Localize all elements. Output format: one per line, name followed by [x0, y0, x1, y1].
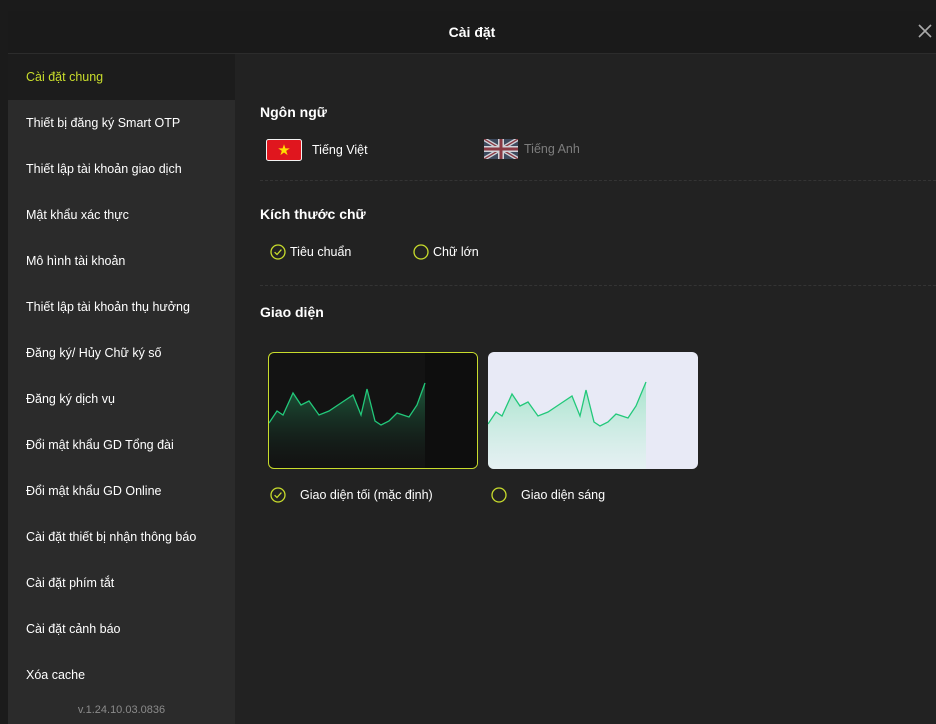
- language-label-vietnamese: Tiếng Việt: [312, 143, 368, 157]
- vietnam-flag-icon: [266, 139, 302, 161]
- sidebar-item-clear-cache[interactable]: Xóa cache: [8, 652, 235, 698]
- dark-theme-preview: [269, 353, 477, 468]
- sidebar-item-trading-account[interactable]: Thiết lập tài khoản giao dịch: [8, 146, 235, 192]
- theme-label-dark: Giao diện tối (mặc định): [300, 488, 433, 502]
- dialog-title: Cài đặt: [448, 24, 496, 40]
- settings-dialog: Cài đặt Cài đặt chung Thiết bị đăng ký S…: [8, 11, 936, 724]
- light-theme-preview: [488, 381, 647, 469]
- sidebar-item-online-password[interactable]: Đổi mật khẩu GD Online: [8, 468, 235, 514]
- sidebar-item-digital-signature[interactable]: Đăng ký/ Hủy Chữ ký số: [8, 330, 235, 376]
- theme-section-title: Giao diện: [260, 304, 324, 320]
- font-size-label-large: Chữ lớn: [433, 245, 479, 259]
- sidebar-item-alerts[interactable]: Cài đặt cảnh báo: [8, 606, 235, 652]
- divider: [260, 285, 936, 286]
- theme-option-light[interactable]: Giao diện sáng: [491, 487, 605, 503]
- theme-option-dark[interactable]: Giao diện tối (mặc định): [270, 487, 433, 503]
- sidebar-item-beneficiary[interactable]: Thiết lập tài khoản thụ hưởng: [8, 284, 235, 330]
- sidebar-item-auth-password[interactable]: Mật khẩu xác thực: [8, 192, 235, 238]
- language-section-title: Ngôn ngữ: [260, 104, 327, 120]
- language-option-english[interactable]: Tiếng Anh: [482, 137, 580, 161]
- theme-label-light: Giao diện sáng: [521, 488, 606, 502]
- font-size-option-large[interactable]: Chữ lớn: [413, 244, 479, 260]
- check-circle-icon: [270, 487, 286, 503]
- close-icon[interactable]: [916, 21, 936, 43]
- divider: [260, 180, 936, 181]
- check-circle-icon: [270, 244, 286, 260]
- sidebar-item-smart-otp[interactable]: Thiết bị đăng ký Smart OTP: [8, 100, 235, 146]
- dialog-header: Cài đặt: [8, 11, 936, 54]
- uk-flag-icon: [482, 137, 520, 161]
- sidebar-item-notification-device[interactable]: Cài đặt thiết bị nhận thông báo: [8, 514, 235, 560]
- light-theme-card[interactable]: [488, 352, 698, 469]
- sidebar-item-account-model[interactable]: Mô hình tài khoản: [8, 238, 235, 284]
- radio-circle-icon: [413, 244, 429, 260]
- sidebar-item-services[interactable]: Đăng ký dịch vụ: [8, 376, 235, 422]
- font-size-label-standard: Tiêu chuẩn: [290, 245, 352, 259]
- radio-circle-icon: [491, 487, 507, 503]
- sidebar-item-shortcuts[interactable]: Cài đặt phím tắt: [8, 560, 235, 606]
- language-label-english: Tiếng Anh: [524, 142, 580, 156]
- font-size-option-standard[interactable]: Tiêu chuẩn: [270, 244, 351, 260]
- version-label: v.1.24.10.03.0836: [77, 704, 166, 716]
- settings-content: Ngôn ngữ Tiếng Việt Tiếng Anh Kích thước…: [235, 54, 936, 724]
- dark-theme-card[interactable]: [268, 352, 478, 469]
- sidebar-item-callcenter-password[interactable]: Đổi mật khẩu GD Tổng đài: [8, 422, 235, 468]
- font-size-section-title: Kích thước chữ: [260, 206, 366, 222]
- language-option-vietnamese[interactable]: Tiếng Việt: [266, 139, 368, 161]
- settings-sidebar: Cài đặt chung Thiết bị đăng ký Smart OTP…: [8, 54, 235, 724]
- sidebar-item-general[interactable]: Cài đặt chung: [8, 54, 235, 100]
